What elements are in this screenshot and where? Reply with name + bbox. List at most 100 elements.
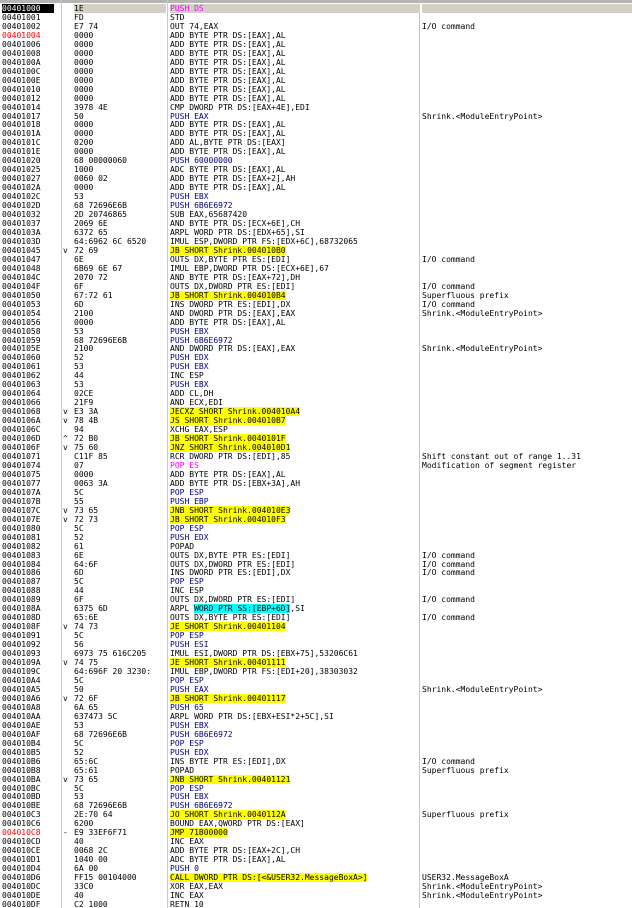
disasm-row[interactable]: 004010A8 6A 65 PUSH 65	[0, 703, 632, 712]
disasm-row[interactable]: 004010CE 0068 2C ADD BYTE PTR DS:[EAX+2C],…	[0, 846, 632, 855]
disasm-row[interactable]: 0040106F v 75 60 JNZ SHORT Shrink.004010D1	[0, 443, 632, 453]
disasm-row[interactable]: 00401084 64:6F OUTS DX,DWORD PTR ES:[EDI] I…	[0, 560, 632, 569]
disasm-row[interactable]: 0040100E 0000 ADD BYTE PTR DS:[EAX],AL	[0, 76, 632, 85]
disasm-row[interactable]: 00401027 0060 02 ADD BYTE PTR DS:[EAX+2],A…	[0, 174, 632, 183]
disasm-row[interactable]: 00401083 6E OUTS DX,BYTE PTR ES:[EDI] I/O c…	[0, 551, 632, 560]
disasm-row[interactable]: 00401077 0063 3A ADD BYTE PTR DS:[EBX+3A],…	[0, 479, 632, 488]
disasm-row[interactable]: 00401002 E7 74 OUT 74,EAX I/O command	[0, 22, 632, 31]
disasm-row[interactable]: 00401000 1E PUSH DS	[0, 4, 632, 13]
disasm-row[interactable]: 00401068 v E3 3A JECXZ SHORT Shrink.004010A…	[0, 407, 632, 417]
disasm-row[interactable]: 00401061 53 PUSH EBX	[0, 362, 632, 371]
disasm-row[interactable]: 00401006 0000 ADD BYTE PTR DS:[EAX],AL	[0, 40, 632, 49]
disasm-row[interactable]: 00401047 6E OUTS DX,BYTE PTR ES:[EDI] I/O c…	[0, 255, 632, 264]
disasm-row[interactable]: 004010B5 52 PUSH EDX	[0, 748, 632, 757]
disasm-row[interactable]: 00401045 v 72 69 JB SHORT Shrink.004010B0	[0, 245, 632, 255]
disasm-row[interactable]: 004010BD 53 PUSH EBX	[0, 792, 632, 801]
disasm-row[interactable]: 0040107B 55 PUSH EBP	[0, 497, 632, 506]
disasm-row[interactable]: 004010BA v 73 65 JNB SHORT Shrink.00401121	[0, 774, 632, 784]
disasm-row[interactable]: 0040109C 64:696F 20 3230: IMUL EBP,DWORD P…	[0, 667, 632, 676]
disasm-row[interactable]: 0040105E 2100 AND DWORD PTR DS:[EAX],EAX Sh…	[0, 344, 632, 353]
disasm-row[interactable]: 004010C6 6200 BOUND EAX,QWORD PTR DS:[EAX]	[0, 819, 632, 828]
disasm-row[interactable]: 00401066 21F9 AND ECX,EDI	[0, 398, 632, 407]
disasm-row[interactable]: 004010A5 50 PUSH EAX Shrink.<ModuleEntryPoi…	[0, 685, 632, 694]
disasm-row[interactable]: 00401074 07 POP ES Modification of segment …	[0, 461, 632, 470]
disasm-row[interactable]: 0040106C 94 XCHG EAX,ESP	[0, 425, 632, 434]
disasm-row[interactable]: 0040108A 6375 6D ARPL WORD PTR SS:[EBP+6D]…	[0, 604, 632, 614]
disasm-row[interactable]: 004010D6 FF15 00104000 CALL DWORD PTR DS:[…	[0, 873, 632, 883]
disasm-row[interactable]: 0040103D 64:6962 6C 6520 IMUL ESP,DWORD PT…	[0, 237, 632, 246]
disasm-row[interactable]: 00401091 5C POP ESP	[0, 631, 632, 640]
disasm-row[interactable]: 00401089 6F OUTS DX,DWORD PTR ES:[EDI] I/O …	[0, 595, 632, 604]
disasm-row[interactable]: 0040104F 6F OUTS DX,DWORD PTR ES:[EDI] I/O …	[0, 282, 632, 291]
disasm-row[interactable]: 0040106A v 78 4B JS SHORT Shrink.004010B7	[0, 416, 632, 426]
disasm-row[interactable]: 0040101E 0000 ADD BYTE PTR DS:[EAX],AL	[0, 147, 632, 156]
disasm-row[interactable]: 0040104C 2070 72 AND BYTE PTR DS:[EAX+72],…	[0, 273, 632, 282]
disasm-row[interactable]: 004010B6 65:6C INS BYTE PTR ES:[EDI],DX I/O…	[0, 757, 632, 766]
disasm-row[interactable]: 00401075 0000 ADD BYTE PTR DS:[EAX],AL	[0, 470, 632, 479]
disasm-row[interactable]: 00401093 6973 75 616C205 IMUL ESI,DWORD PT…	[0, 649, 632, 658]
disasm-row[interactable]: 004010BC 5C POP ESP	[0, 784, 632, 793]
disasm-row[interactable]: 00401063 53 PUSH EBX	[0, 380, 632, 389]
disasm-row[interactable]: 004010DF C2 1000 RETN 10	[0, 900, 632, 908]
disasm-row[interactable]: 004010CD 40 INC EAX	[0, 837, 632, 846]
disasm-row[interactable]: 004010DC 33C0 XOR EAX,EAX Shrink.<ModuleEnt…	[0, 882, 632, 891]
disasm-row[interactable]: 00401048 6B69 6E 67 IMUL EBP,DWORD PTR DS:…	[0, 264, 632, 273]
disasm-row[interactable]: 00401008 0000 ADD BYTE PTR DS:[EAX],AL	[0, 49, 632, 58]
disasm-row[interactable]: 00401088 44 INC ESP	[0, 586, 632, 595]
disasm-row[interactable]: 00401082 61 POPAD	[0, 542, 632, 551]
disasm-row[interactable]: 00401014 3978 4E CMP DWORD PTR DS:[EAX+4E]…	[0, 103, 632, 112]
disasm-row[interactable]: 00401025 1000 ADC BYTE PTR DS:[EAX],AL	[0, 165, 632, 174]
disasm-row[interactable]: 004010DE 40 INC EAX Shrink.<ModuleEntryPoin…	[0, 891, 632, 900]
disasm-row[interactable]: 00401050 67:72 61 JB SHORT Shrink.004010B4…	[0, 290, 632, 300]
disasm-row[interactable]: 00401056 0000 ADD BYTE PTR DS:[EAX],AL	[0, 318, 632, 327]
disasm-row[interactable]: 00401012 0000 ADD BYTE PTR DS:[EAX],AL	[0, 94, 632, 103]
disasm-row[interactable]: 004010C8 - E9 33EF6F71 JMP 71B00000	[0, 828, 632, 838]
disasm-row[interactable]: 00401004 0000 ADD BYTE PTR DS:[EAX],AL	[0, 31, 632, 40]
disasm-row[interactable]: 004010A6 v 72 6F JB SHORT Shrink.00401117	[0, 693, 632, 703]
disasm-row[interactable]: 004010BE 68 72696E6B PUSH 6B6E6972	[0, 801, 632, 810]
disasm-row[interactable]: 00401054 2100 AND DWORD PTR DS:[EAX],EAX Sh…	[0, 309, 632, 318]
disasm-row[interactable]: 0040108F v 74 73 JE SHORT Shrink.00401104	[0, 622, 632, 632]
disasm-row[interactable]: 00401010 0000 ADD BYTE PTR DS:[EAX],AL	[0, 85, 632, 94]
disasm-row[interactable]: 0040106D ^ 72 B0 JB SHORT Shrink.0040101F	[0, 434, 632, 444]
disassembly-pane[interactable]: 00401000 1E PUSH DS 00401001 FD STD 00401002 E7…	[0, 0, 632, 908]
disasm-row[interactable]: 0040102C 53 PUSH EBX	[0, 192, 632, 201]
disasm-row[interactable]: 00401059 68 72696E6B PUSH 6B6E6972	[0, 336, 632, 345]
disasm-row[interactable]: 0040101A 0000 ADD BYTE PTR DS:[EAX],AL	[0, 129, 632, 138]
disasm-row[interactable]: 004010AF 68 72696E6B PUSH 6B6E6972	[0, 730, 632, 739]
disasm-row[interactable]: 00401032 2D 20746865 SUB EAX,65687420	[0, 210, 632, 219]
disasm-row[interactable]: 00401018 0000 ADD BYTE PTR DS:[EAX],AL	[0, 120, 632, 129]
disasm-row[interactable]: 00401064 02CE ADD CL,DH	[0, 389, 632, 398]
disasm-row[interactable]: 00401020 68 00000060 PUSH 60000000	[0, 156, 632, 165]
disasm-row[interactable]: 00401092 56 PUSH ESI	[0, 640, 632, 649]
disasm-row[interactable]: 00401017 50 PUSH EAX Shrink.<ModuleEntryPoi…	[0, 112, 632, 121]
disasm-row[interactable]: 004010C3 2E:70 64 JO SHORT Shrink.0040112A…	[0, 810, 632, 820]
disasm-row[interactable]: 00401081 52 PUSH EDX	[0, 533, 632, 542]
disasm-row[interactable]: 0040109A v 74 75 JE SHORT Shrink.00401111	[0, 658, 632, 668]
disasm-row[interactable]: 004010AA 637473 5C ARPL WORD PTR DS:[EBX+E…	[0, 712, 632, 721]
disasm-row[interactable]: 0040103A 6372 65 ARPL WORD PTR DS:[EDX+65]…	[0, 228, 632, 237]
disasm-row[interactable]: 0040107C v 73 65 JNB SHORT Shrink.004010E3	[0, 505, 632, 515]
disasm-row[interactable]: 0040100A 0000 ADD BYTE PTR DS:[EAX],AL	[0, 58, 632, 67]
disasm-row[interactable]: 00401071 C11F 85 RCR DWORD PTR DS:[EDI],85…	[0, 452, 632, 461]
disasm-row[interactable]: 0040107E v 72 73 JB SHORT Shrink.004010F3	[0, 514, 632, 524]
disasm-row[interactable]: 0040102D 68 72696E6B PUSH 6B6E6972	[0, 201, 632, 210]
disasm-row[interactable]: 0040108D 65:6E OUTS DX,BYTE PTR ES:[EDI] I/…	[0, 613, 632, 622]
disasm-row[interactable]: 004010B4 5C POP ESP	[0, 739, 632, 748]
disasm-row[interactable]: 0040101C 0200 ADD AL,BYTE PTR DS:[EAX]	[0, 138, 632, 147]
disasm-row[interactable]: 004010B8 65:61 POPAD Superfluous prefix	[0, 766, 632, 775]
disasm-row[interactable]: 00401037 2069 6E AND BYTE PTR DS:[ECX+6E],…	[0, 219, 632, 228]
disasm-row[interactable]: 0040107A 5C POP ESP	[0, 488, 632, 497]
disasm-row[interactable]: 00401087 5C POP ESP	[0, 577, 632, 586]
disasm-row[interactable]: 00401062 44 INC ESP	[0, 371, 632, 380]
disasm-row[interactable]: 00401086 6D INS DWORD PTR ES:[EDI],DX I/O c…	[0, 568, 632, 577]
disasm-row[interactable]: 00401001 FD STD	[0, 13, 632, 22]
disasm-row[interactable]: 00401058 53 PUSH EBX	[0, 327, 632, 336]
disasm-row[interactable]: 00401060 52 PUSH EDX	[0, 353, 632, 362]
disasm-row[interactable]: 00401053 6D INS DWORD PTR ES:[EDI],DX I/O c…	[0, 300, 632, 309]
disasm-row[interactable]: 00401080 5C POP ESP	[0, 524, 632, 533]
disasm-row[interactable]: 004010D4 6A 00 PUSH 0	[0, 864, 632, 873]
disasm-row[interactable]: 0040100C 0000 ADD BYTE PTR DS:[EAX],AL	[0, 67, 632, 76]
disasm-row[interactable]: 004010A4 5C POP ESP	[0, 676, 632, 685]
disasm-row[interactable]: 004010AE 53 PUSH EBX	[0, 721, 632, 730]
